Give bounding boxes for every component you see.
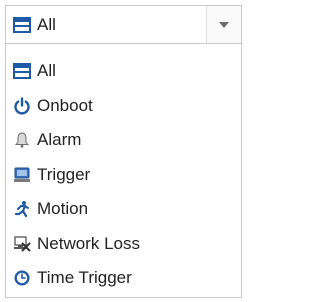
option-onboot[interactable]: Onboot (6, 89, 241, 124)
option-label: Motion (37, 199, 89, 219)
option-trigger[interactable]: Trigger (6, 158, 241, 193)
dropdown-list: All Onboot Alarm Trigger Motion Network … (5, 44, 242, 298)
option-label: Onboot (37, 95, 93, 115)
option-all[interactable]: All (6, 54, 241, 89)
option-label: Network Loss (37, 233, 140, 253)
option-motion[interactable]: Motion (6, 192, 241, 227)
selected-value: All (37, 14, 56, 34)
all-icon (13, 62, 31, 80)
clock-icon (13, 269, 31, 287)
option-alarm[interactable]: Alarm (6, 123, 241, 158)
chevron-down-icon[interactable] (206, 6, 241, 43)
power-icon (13, 97, 31, 115)
option-label: Time Trigger (37, 268, 132, 288)
running-person-icon (13, 200, 31, 218)
event-type-select[interactable]: All (5, 5, 242, 44)
option-label: Alarm (37, 130, 82, 150)
all-icon (13, 16, 31, 34)
network-loss-icon (13, 235, 31, 253)
option-label: All (37, 61, 56, 81)
option-network-loss[interactable]: Network Loss (6, 227, 241, 262)
option-time-trigger[interactable]: Time Trigger (6, 261, 241, 296)
bell-icon (13, 131, 31, 149)
option-label: Trigger (37, 164, 91, 184)
trigger-icon (13, 166, 31, 184)
event-type-dropdown: All All Onboot Alarm Trigger Motion Netw… (0, 0, 249, 302)
